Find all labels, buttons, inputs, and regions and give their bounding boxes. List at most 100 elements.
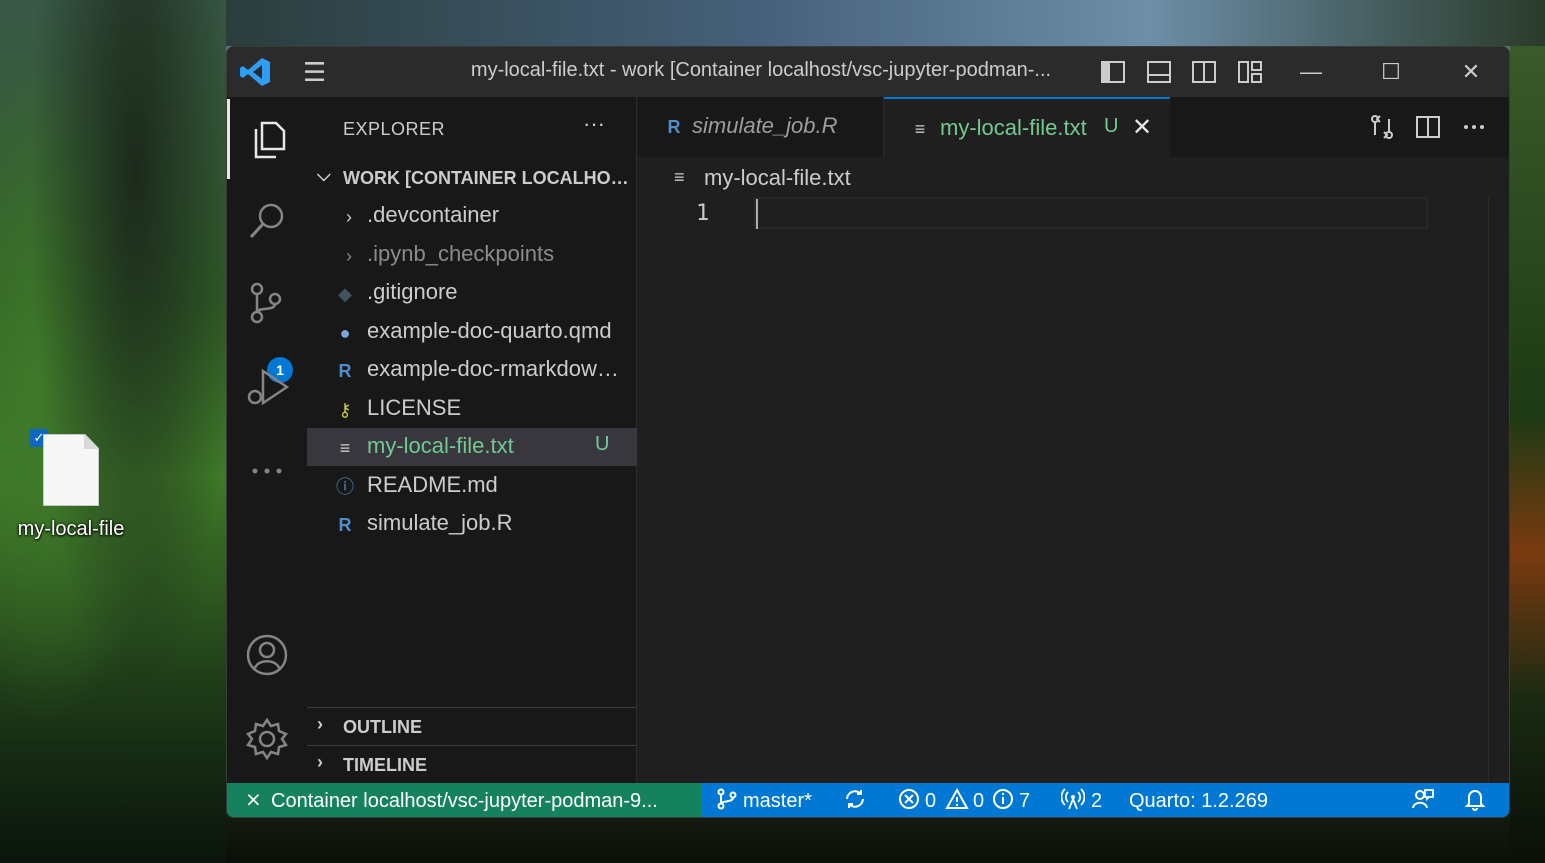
split-editor-icon[interactable] xyxy=(1414,113,1442,141)
current-line-highlight xyxy=(754,197,1428,229)
maximize-button[interactable]: ☐ xyxy=(1361,55,1421,89)
tab-my-local-file[interactable]: ≡ my-local-file.txt U ✕ xyxy=(884,97,1170,157)
close-tab-icon[interactable]: ✕ xyxy=(1132,113,1152,142)
open-changes-icon[interactable] xyxy=(1368,113,1396,141)
desktop-file-icon[interactable]: ✓ my-local-file xyxy=(10,428,132,548)
desktop-wallpaper-right xyxy=(1510,46,1545,863)
sync-icon[interactable] xyxy=(843,787,867,813)
tree-item-simulate-job[interactable]: R simulate_job.R xyxy=(307,505,637,543)
r-file-icon: R xyxy=(338,515,352,535)
error-icon[interactable] xyxy=(897,787,921,813)
outline-section[interactable]: › OUTLINE xyxy=(307,708,637,746)
tab-label: my-local-file.txt xyxy=(940,115,1087,140)
desktop-icon-label: my-local-file xyxy=(17,518,125,540)
menu-hamburger-icon[interactable]: ☰ xyxy=(303,59,333,85)
vscode-logo-icon xyxy=(239,57,271,87)
warning-icon[interactable] xyxy=(945,787,969,813)
tab-label: simulate_job.R xyxy=(692,113,838,138)
info-file-icon: ⓘ xyxy=(336,477,354,497)
run-and-debug-icon[interactable] xyxy=(227,347,307,427)
remote-icon: ⨯ xyxy=(245,789,262,811)
text-file-icon: ≡ xyxy=(674,167,685,187)
quarto-file-icon: ● xyxy=(339,323,351,343)
git-file-icon: ◆ xyxy=(338,284,352,304)
close-window-button[interactable]: ✕ xyxy=(1441,55,1501,89)
text-editor[interactable]: 1 xyxy=(638,197,1509,783)
activity-bar: 1 xyxy=(227,97,307,783)
tree-item-label: .ipynb_checkpoints xyxy=(367,241,555,266)
feedback-icon[interactable] xyxy=(1411,787,1435,813)
tree-item-readme[interactable]: ⓘ README.md xyxy=(307,467,637,505)
explorer-header: EXPLORER xyxy=(343,119,446,139)
title-bar: ☰ my-local-file.txt - work [Container lo… xyxy=(227,47,1509,97)
tree-item-label: .gitignore xyxy=(367,279,458,304)
tree-item-label: example-doc-rmarkdown.Rmd xyxy=(367,356,627,381)
chevron-right-icon: › xyxy=(317,752,323,772)
more-views-icon[interactable] xyxy=(227,431,307,511)
tree-item-label: my-local-file.txt xyxy=(367,433,514,458)
breadcrumb-file[interactable]: my-local-file.txt xyxy=(704,165,851,191)
toggle-primary-sidebar-icon[interactable] xyxy=(1099,58,1127,86)
text-file-icon xyxy=(43,434,99,506)
line-number: 1 xyxy=(696,201,710,226)
accounts-icon[interactable] xyxy=(227,615,307,695)
tab-simulate-job[interactable]: R simulate_job.R xyxy=(638,97,884,157)
chevron-down-icon: ⌵ xyxy=(317,165,331,185)
search-icon[interactable] xyxy=(227,181,307,261)
chevron-right-icon: › xyxy=(346,207,352,227)
notifications-bell-icon[interactable] xyxy=(1463,787,1487,813)
editor-tabs: R simulate_job.R ≡ my-local-file.txt U ✕ xyxy=(638,97,1509,157)
outline-title: OUTLINE xyxy=(343,717,422,737)
explorer-sidebar: EXPLORER ··· ⌵ WORK [CONTAINER LOCALHOST… xyxy=(307,97,637,783)
desktop-wallpaper-top xyxy=(226,0,1545,46)
desktop-wallpaper-bottom xyxy=(226,818,1510,863)
text-file-icon: ≡ xyxy=(339,438,351,458)
customize-layout-icon[interactable] xyxy=(1236,58,1264,86)
minimize-button[interactable]: — xyxy=(1281,55,1341,89)
breadcrumb: ≡ my-local-file.txt xyxy=(638,157,1509,197)
remote-indicator[interactable]: ⨯ Container localhost/vsc-jupyter-podman… xyxy=(227,783,701,817)
tree-item-my-local-file[interactable]: ≡ my-local-file.txt U xyxy=(307,428,637,466)
vscode-window: ☰ my-local-file.txt - work [Container lo… xyxy=(226,46,1510,818)
remote-label: Container localhost/vsc-jupyter-podman-9… xyxy=(271,790,658,812)
git-branch-icon xyxy=(715,787,739,813)
tree-item-label: .devcontainer xyxy=(367,202,500,227)
error-count[interactable]: 0 xyxy=(925,790,936,813)
explorer-icon[interactable] xyxy=(227,99,307,179)
info-icon[interactable] xyxy=(991,787,1015,813)
workspace-section[interactable]: ⌵ WORK [CONTAINER LOCALHOST/VSC-JUPYTER-… xyxy=(307,159,637,197)
info-count[interactable]: 7 xyxy=(1019,790,1030,813)
toggle-secondary-sidebar-icon[interactable] xyxy=(1190,58,1218,86)
tree-item-label: LICENSE xyxy=(367,395,462,420)
settings-gear-icon[interactable] xyxy=(227,699,307,779)
tree-item-gitignore[interactable]: ◆ .gitignore xyxy=(307,274,637,312)
timeline-section[interactable]: › TIMELINE xyxy=(307,746,637,784)
r-file-icon: R xyxy=(338,361,352,381)
window-title: my-local-file.txt - work [Container loca… xyxy=(470,59,1052,81)
tree-item-label: example-doc-quarto.qmd xyxy=(367,318,612,343)
ports-broadcast-icon[interactable] xyxy=(1060,787,1086,813)
tree-item-devcontainer[interactable]: › .devcontainer xyxy=(307,197,637,235)
toggle-panel-icon[interactable] xyxy=(1145,58,1173,86)
tree-item-ipynb-checkpoints[interactable]: › .ipynb_checkpoints xyxy=(307,236,637,274)
text-cursor xyxy=(756,199,758,229)
ports-count[interactable]: 2 xyxy=(1091,790,1102,813)
vertical-scrollbar[interactable] xyxy=(1488,197,1489,783)
tree-item-quarto[interactable]: ● example-doc-quarto.qmd xyxy=(307,313,637,351)
editor-more-actions-icon[interactable] xyxy=(1460,113,1488,141)
tree-item-label: simulate_job.R xyxy=(367,510,513,535)
tree-item-license[interactable]: ⚷ LICENSE xyxy=(307,390,637,428)
git-branch-label[interactable]: master* xyxy=(743,790,812,813)
quarto-version[interactable]: Quarto: 1.2.269 xyxy=(1129,790,1268,813)
source-control-icon[interactable] xyxy=(227,263,307,343)
explorer-more-actions-icon[interactable]: ··· xyxy=(583,111,605,137)
chevron-right-icon: › xyxy=(346,246,352,266)
timeline-title: TIMELINE xyxy=(343,755,427,775)
text-file-icon: ≡ xyxy=(914,119,926,139)
tree-item-rmarkdown[interactable]: R example-doc-rmarkdown.Rmd xyxy=(307,351,637,389)
r-file-icon: R xyxy=(667,117,681,137)
workspace-title: WORK [CONTAINER LOCALHOST/VSC-JUPYTER-PO… xyxy=(343,168,635,188)
chevron-right-icon: › xyxy=(317,714,323,734)
warning-count[interactable]: 0 xyxy=(973,790,984,813)
license-key-icon: ⚷ xyxy=(338,400,352,420)
